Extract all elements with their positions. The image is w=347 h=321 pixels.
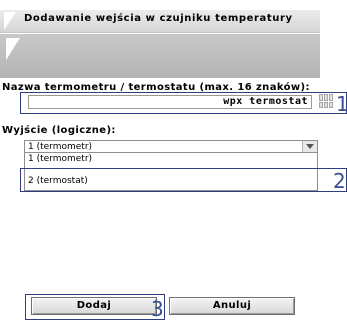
annotation-number-1: 1	[336, 92, 347, 116]
annotation-box-2	[20, 168, 347, 192]
header-corner-decoration	[6, 38, 20, 60]
output-selected-value: 1 (termometr)	[28, 142, 93, 152]
title-bar: Dodawanie wejścia w czujniku temperatury	[0, 10, 320, 33]
output-select[interactable]: 1 (termometr)	[24, 140, 318, 153]
cancel-button[interactable]: Anuluj	[169, 297, 295, 315]
annotation-box-3	[25, 294, 165, 320]
output-field-label: Wyjście (logiczne):	[2, 125, 116, 136]
annotation-box-1	[20, 92, 347, 114]
dropdown-option[interactable]: 1 (termometr)	[28, 154, 92, 164]
dialog-panel: Dodawanie wejścia w czujniku temperatury…	[0, 0, 320, 320]
annotation-number-3: 3	[151, 297, 164, 321]
chevron-down-icon[interactable]	[302, 141, 317, 152]
header-band	[0, 34, 320, 78]
dialog-title: Dodawanie wejścia w czujniku temperatury	[24, 13, 293, 24]
title-corner-decoration	[4, 12, 16, 30]
annotation-number-2: 2	[333, 169, 346, 193]
